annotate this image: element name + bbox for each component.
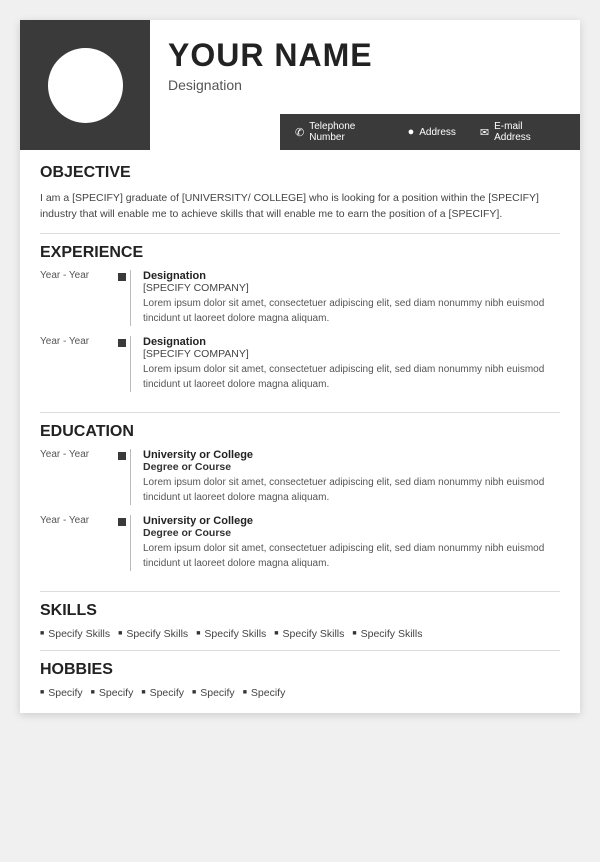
avatar — [48, 48, 123, 123]
phone-label: Telephone Number — [309, 121, 383, 143]
divider-3 — [40, 591, 560, 592]
exp-content: Designation [SPECIFY COMPANY] Lorem ipsu… — [143, 270, 560, 326]
contact-address: ● Address — [396, 126, 468, 138]
skills-list: Specify SkillsSpecify SkillsSpecify Skil… — [40, 628, 560, 640]
hobbies-list: SpecifySpecifySpecifySpecifySpecify — [40, 687, 560, 699]
exp-title: Designation — [143, 336, 560, 348]
education-list: Year - Year University or College Degree… — [40, 449, 560, 581]
timeline-bullet — [118, 273, 126, 281]
edu-year: Year - Year — [40, 515, 118, 526]
address-label: Address — [419, 127, 456, 138]
edu-timeline-vert-line — [130, 515, 131, 571]
edu-degree: Degree or Course — [143, 461, 560, 473]
header-info: YOUR NAME Designation — [150, 20, 580, 114]
education-item: Year - Year University or College Degree… — [40, 515, 560, 571]
divider-4 — [40, 650, 560, 651]
divider-1 — [40, 233, 560, 234]
contact-phone: ✆ Telephone Number — [295, 121, 396, 143]
edu-timeline-vert-line — [130, 449, 131, 505]
edu-timeline-bullet — [118, 518, 126, 526]
skill-item: Specify Skills — [188, 628, 266, 640]
edu-year-col: Year - Year — [40, 449, 130, 505]
experience-item: Year - Year Designation [SPECIFY COMPANY… — [40, 336, 560, 392]
exp-company: [SPECIFY COMPANY] — [143, 348, 560, 360]
exp-year-col: Year - Year — [40, 270, 130, 326]
timeline-vert-line — [130, 336, 131, 392]
contact-bar: ✆ Telephone Number ● Address ✉ E-mail Ad… — [280, 114, 580, 150]
location-icon: ● — [408, 126, 415, 138]
exp-title: Designation — [143, 270, 560, 282]
education-item: Year - Year University or College Degree… — [40, 449, 560, 505]
skill-item: Specify Skills — [344, 628, 422, 640]
exp-year: Year - Year — [40, 336, 118, 347]
experience-list: Year - Year Designation [SPECIFY COMPANY… — [40, 270, 560, 402]
divider-2 — [40, 412, 560, 413]
exp-year-col: Year - Year — [40, 336, 130, 392]
hobby-item: Specify — [40, 687, 83, 699]
header-section: YOUR NAME Designation ✆ Telephone Number… — [20, 20, 580, 150]
edu-year-col: Year - Year — [40, 515, 130, 571]
phone-icon: ✆ — [295, 126, 304, 139]
edu-uni: University or College — [143, 449, 560, 461]
email-label: E-mail Address — [494, 121, 553, 143]
edu-year: Year - Year — [40, 449, 118, 460]
edu-desc: Lorem ipsum dolor sit amet, consectetuer… — [143, 475, 560, 505]
education-section: EDUCATION Year - Year University or Coll… — [40, 423, 560, 581]
hobby-item: Specify — [133, 687, 184, 699]
exp-desc: Lorem ipsum dolor sit amet, consectetuer… — [143, 362, 560, 392]
exp-year: Year - Year — [40, 270, 118, 281]
skill-item: Specify Skills — [110, 628, 188, 640]
hobby-item: Specify — [83, 687, 134, 699]
objective-title: OBJECTIVE — [40, 164, 560, 182]
email-icon: ✉ — [480, 126, 489, 139]
edu-desc: Lorem ipsum dolor sit amet, consectetuer… — [143, 541, 560, 571]
skills-section: SKILLS Specify SkillsSpecify SkillsSpeci… — [40, 602, 560, 640]
skills-title: SKILLS — [40, 602, 560, 620]
edu-content: University or College Degree or Course L… — [143, 515, 560, 571]
objective-section: OBJECTIVE I am a [SPECIFY] graduate of [… — [40, 164, 560, 223]
experience-section: EXPERIENCE Year - Year Designation [SPEC… — [40, 244, 560, 402]
experience-title: EXPERIENCE — [40, 244, 560, 262]
hobby-item: Specify — [235, 687, 286, 699]
exp-desc: Lorem ipsum dolor sit amet, consectetuer… — [143, 296, 560, 326]
objective-text: I am a [SPECIFY] graduate of [UNIVERSITY… — [40, 190, 560, 223]
resume-name: YOUR NAME — [168, 38, 565, 73]
skill-item: Specify Skills — [266, 628, 344, 640]
timeline-vert-line — [130, 270, 131, 326]
header-designation: Designation — [168, 77, 565, 93]
experience-item: Year - Year Designation [SPECIFY COMPANY… — [40, 270, 560, 326]
skill-item: Specify Skills — [40, 628, 110, 640]
edu-content: University or College Degree or Course L… — [143, 449, 560, 505]
edu-degree: Degree or Course — [143, 527, 560, 539]
hobby-item: Specify — [184, 687, 235, 699]
main-content: OBJECTIVE I am a [SPECIFY] graduate of [… — [20, 150, 580, 713]
contact-email: ✉ E-mail Address — [468, 121, 565, 143]
exp-content: Designation [SPECIFY COMPANY] Lorem ipsu… — [143, 336, 560, 392]
resume-container: YOUR NAME Designation ✆ Telephone Number… — [20, 20, 580, 713]
edu-uni: University or College — [143, 515, 560, 527]
photo-section — [20, 20, 150, 150]
edu-timeline-bullet — [118, 452, 126, 460]
timeline-bullet — [118, 339, 126, 347]
hobbies-title: HOBBIES — [40, 661, 560, 679]
exp-company: [SPECIFY COMPANY] — [143, 282, 560, 294]
education-title: EDUCATION — [40, 423, 560, 441]
hobbies-section: HOBBIES SpecifySpecifySpecifySpecifySpec… — [40, 661, 560, 699]
